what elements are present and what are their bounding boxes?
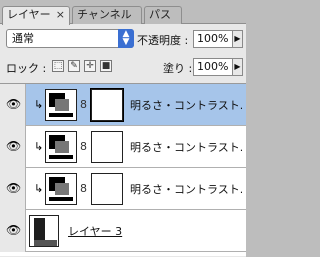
layer-name[interactable]: レイヤー 3 [68, 223, 180, 239]
opacity-input[interactable]: 100% [193, 30, 233, 48]
link-icon[interactable]: 8 [80, 140, 87, 153]
tab-channels-label: チャンネル [77, 8, 132, 21]
layer-list: 👁 ↳ 8 明るさ・コントラスト... 👁 ↳ 8 明るさ・コントラスト... … [0, 84, 246, 256]
fill-input[interactable]: 100% [193, 58, 233, 76]
clipping-arrow-icon: ↳ [34, 140, 44, 153]
link-icon[interactable]: 8 [80, 182, 87, 195]
tab-layers[interactable]: レイヤー × [2, 6, 70, 25]
select-arrows-icon: ▲ ▼ [118, 29, 134, 48]
layer-row[interactable]: 👁 ↳ 8 明るさ・コントラスト... [0, 168, 246, 210]
adjustment-thumbnail[interactable] [45, 131, 77, 163]
adjustment-thumbnail[interactable] [45, 173, 77, 205]
opacity-arrow-icon[interactable]: ▶ [233, 30, 243, 48]
layer-row[interactable]: 👁 ↳ 8 明るさ・コントラスト... [0, 126, 246, 168]
eye-icon: 👁 [6, 181, 22, 195]
visibility-toggle[interactable]: 👁 [0, 84, 26, 126]
tab-paths-label: パス [149, 8, 171, 21]
tab-layers-label: レイヤー [7, 8, 51, 21]
layer-row[interactable]: 👁 レイヤー 3 [0, 210, 246, 252]
layer-name[interactable]: 明るさ・コントラスト... [130, 139, 242, 155]
fill-label: 塗り : [163, 62, 193, 75]
fill-value: 100% [197, 60, 229, 73]
fill-arrow-icon[interactable]: ▶ [233, 58, 243, 76]
visibility-toggle[interactable]: 👁 [0, 210, 26, 252]
lock-move-icon[interactable]: ✛ [84, 60, 96, 72]
eye-icon: 👁 [6, 139, 22, 153]
visibility-toggle[interactable]: 👁 [0, 126, 26, 168]
blend-opacity-row: 通常 ▲ ▼ 不透明度 : 100% ▶ [0, 28, 246, 50]
layer-row[interactable]: 👁 ↳ 8 明るさ・コントラスト... [0, 84, 246, 126]
mask-thumbnail[interactable] [90, 88, 124, 122]
tab-bar: レイヤー × チャンネル パス [0, 0, 246, 25]
layer-name[interactable]: 明るさ・コントラスト... [130, 181, 242, 197]
lock-label: ロック : [6, 62, 47, 75]
lock-paint-icon[interactable]: ✎ [68, 60, 80, 72]
tab-channels[interactable]: チャンネル [72, 6, 142, 24]
blend-mode-value: 通常 [12, 32, 34, 45]
lock-all-icon[interactable]: ■ [100, 60, 112, 72]
adjustment-thumbnail[interactable] [45, 89, 77, 121]
eye-icon: 👁 [6, 223, 22, 237]
mask-thumbnail[interactable] [91, 173, 123, 205]
opacity-value: 100% [197, 32, 229, 45]
eye-icon: 👁 [6, 97, 22, 111]
mask-thumbnail[interactable] [91, 131, 123, 163]
layers-panel: レイヤー × チャンネル パス 通常 ▲ ▼ 不透明度 : 100% ▶ ロック … [0, 0, 246, 257]
layer-thumbnail[interactable] [29, 215, 59, 247]
blend-mode-select[interactable]: 通常 ▲ ▼ [6, 29, 134, 48]
clipping-arrow-icon: ↳ [34, 98, 44, 111]
opacity-label: 不透明度 : [137, 34, 189, 47]
close-icon[interactable]: × [56, 7, 65, 23]
lock-transparent-icon[interactable]: ⬚ [52, 60, 64, 72]
layer-name[interactable]: 明るさ・コントラスト... [130, 97, 242, 113]
tab-paths[interactable]: パス [144, 6, 182, 24]
clipping-arrow-icon: ↳ [34, 182, 44, 195]
link-icon[interactable]: 8 [80, 98, 87, 111]
visibility-toggle[interactable]: 👁 [0, 168, 26, 210]
